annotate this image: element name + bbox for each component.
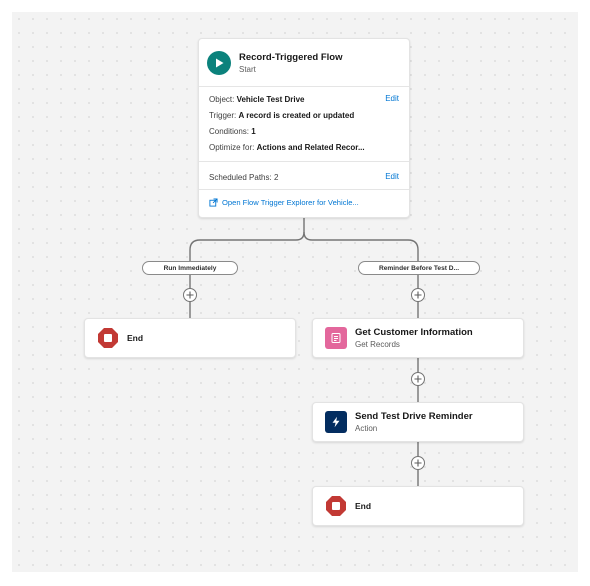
start-card-title: Record-Triggered Flow — [239, 51, 343, 63]
get-records-subtitle: Get Records — [355, 339, 400, 349]
lightning-bolt-icon — [325, 411, 347, 433]
object-row: Object: Vehicle Test Drive — [209, 94, 369, 105]
scheduled-paths-row: Scheduled Paths: 2 — [209, 172, 369, 183]
end-label: End — [355, 501, 372, 511]
get-records-title: Get Customer Information — [355, 326, 473, 338]
action-element[interactable]: Send Test Drive Reminder Action — [312, 402, 524, 442]
conditions-row: Conditions: 1 — [209, 126, 399, 137]
add-element-button[interactable] — [411, 288, 425, 302]
end-element-left[interactable]: End — [84, 318, 296, 358]
divider — [199, 161, 409, 162]
divider — [199, 86, 409, 87]
object-value: Vehicle Test Drive — [236, 95, 305, 104]
add-element-button[interactable] — [411, 456, 425, 470]
path-label-run-immediately[interactable]: Run Immediately — [142, 261, 238, 275]
connector-branch-left — [189, 231, 305, 262]
explorer-link-label: Open Flow Trigger Explorer for Vehicle..… — [222, 198, 359, 207]
plus-icon — [414, 459, 422, 467]
add-element-button[interactable] — [183, 288, 197, 302]
scheduled-paths-value: 2 — [273, 173, 279, 182]
end-label: End — [127, 333, 144, 343]
get-records-element[interactable]: Get Customer Information Get Records — [312, 318, 524, 358]
conditions-label: Conditions: — [209, 127, 252, 136]
conditions-value: 1 — [251, 127, 256, 136]
open-flow-trigger-explorer-link[interactable]: Open Flow Trigger Explorer for Vehicle..… — [209, 198, 359, 207]
trigger-row: Trigger: A record is created or updated — [209, 110, 399, 121]
connector-branch-right — [303, 231, 419, 262]
records-icon — [325, 327, 347, 349]
optimize-row: Optimize for: Actions and Related Recor.… — [209, 142, 399, 153]
start-element-card[interactable]: Record-Triggered Flow Start Object: Vehi… — [198, 38, 410, 218]
divider — [199, 189, 409, 190]
plus-icon — [186, 291, 194, 299]
play-icon — [207, 51, 231, 75]
path-label-reminder[interactable]: Reminder Before Test D... — [358, 261, 480, 275]
start-card-subtitle: Start — [239, 64, 256, 74]
action-title: Send Test Drive Reminder — [355, 410, 473, 422]
external-link-icon — [209, 198, 218, 207]
optimize-label: Optimize for: — [209, 143, 257, 152]
start-card-header: Record-Triggered Flow Start — [199, 39, 409, 79]
stop-icon — [97, 327, 119, 349]
object-label: Object: — [209, 95, 237, 104]
action-subtitle: Action — [355, 423, 378, 433]
optimize-value: Actions and Related Recor... — [256, 143, 365, 152]
trigger-value: A record is created or updated — [238, 111, 355, 120]
stop-icon — [325, 495, 347, 517]
scheduled-paths-label: Scheduled Paths: — [209, 173, 274, 182]
edit-scheduled-paths-link[interactable]: Edit — [385, 172, 399, 181]
plus-icon — [414, 291, 422, 299]
end-element-right[interactable]: End — [312, 486, 524, 526]
trigger-label: Trigger: — [209, 111, 239, 120]
plus-icon — [414, 375, 422, 383]
edit-trigger-link[interactable]: Edit — [385, 94, 399, 103]
add-element-button[interactable] — [411, 372, 425, 386]
